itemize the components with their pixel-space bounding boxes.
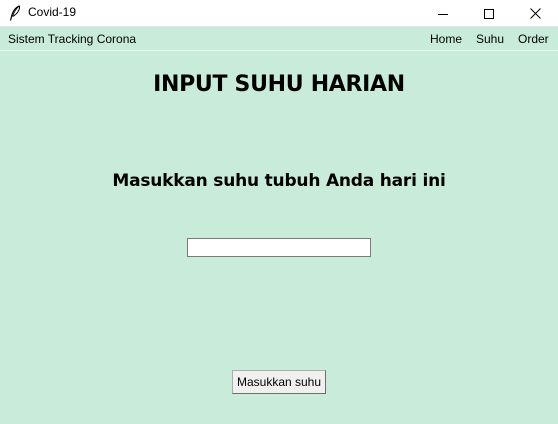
app-window: Covid-19 Sistem Tracking Corona Home Suh… — [0, 0, 558, 424]
nav-home[interactable]: Home — [430, 32, 462, 46]
title-bar[interactable]: Covid-19 — [0, 0, 558, 27]
minimize-icon — [438, 4, 448, 23]
window-title: Covid-19 — [28, 5, 77, 19]
nav-order[interactable]: Order — [518, 32, 549, 46]
close-icon — [529, 4, 541, 23]
nav-suhu[interactable]: Suhu — [476, 32, 504, 46]
page-title: INPUT SUHU HARIAN — [153, 72, 405, 97]
temperature-input[interactable] — [187, 238, 371, 257]
maximize-button[interactable] — [466, 0, 512, 27]
brand-label: Sistem Tracking Corona — [8, 32, 137, 46]
feather-icon — [9, 5, 21, 21]
submit-temperature-button[interactable]: Masukkan suhu — [232, 370, 326, 394]
maximize-icon — [484, 4, 494, 23]
close-button[interactable] — [512, 0, 558, 27]
nav-bar: Sistem Tracking Corona Home Suhu Order — [0, 27, 558, 51]
minimize-button[interactable] — [420, 0, 466, 27]
temperature-prompt: Masukkan suhu tubuh Anda hari ini — [112, 171, 446, 191]
